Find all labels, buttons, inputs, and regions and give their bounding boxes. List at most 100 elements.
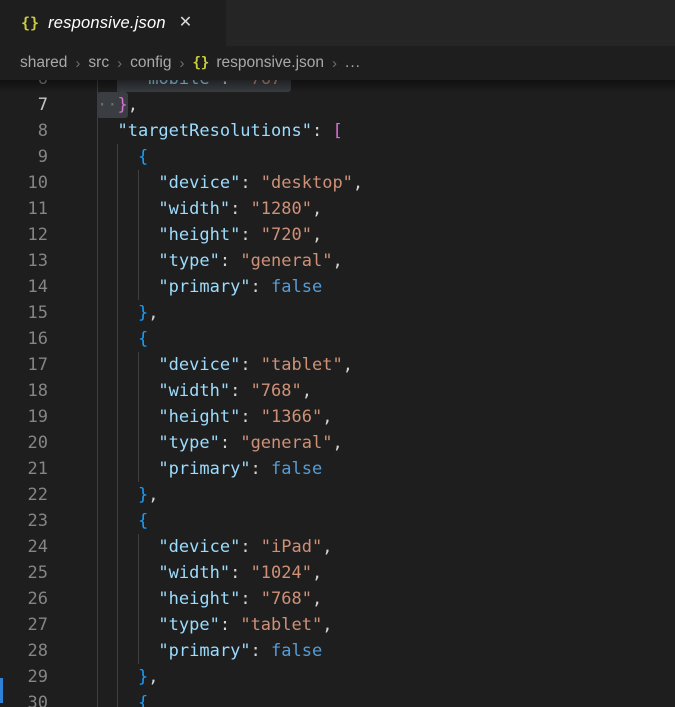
code-text: }, (97, 667, 158, 687)
line-number[interactable]: 23 (0, 508, 48, 534)
breadcrumb-symbol-ellipsis[interactable]: ... (345, 54, 361, 72)
line-number[interactable]: 17 (0, 352, 48, 378)
line-number[interactable]: 22 (0, 482, 48, 508)
line-number[interactable]: 29 (0, 664, 48, 690)
line-content: "primary": false (97, 456, 675, 482)
code-text: }, (97, 303, 158, 323)
breadcrumb-item-shared[interactable]: shared (20, 54, 67, 72)
line-content: { (97, 144, 675, 170)
code-line[interactable]: 26 "height": "768", (0, 586, 675, 612)
line-content: "width": "1280", (97, 196, 675, 222)
code-text: }, (97, 485, 158, 505)
code-lines: 6 ··"mobile": "767"7··},8 "targetResolut… (0, 80, 675, 707)
line-content: "device": "iPad", (97, 534, 675, 560)
code-text: "device": "tablet", (97, 355, 353, 375)
code-line[interactable]: 14 "primary": false (0, 274, 675, 300)
json-file-icon: {} (192, 55, 209, 71)
line-number[interactable]: 18 (0, 378, 48, 404)
line-content: { (97, 508, 675, 534)
json-file-icon: {} (21, 14, 39, 32)
line-number[interactable]: 11 (0, 196, 48, 222)
line-number[interactable]: 7 (0, 92, 48, 118)
code-text: { (97, 329, 148, 349)
code-text: "height": "768", (97, 589, 322, 609)
code-line[interactable]: 27 "type": "tablet", (0, 612, 675, 638)
code-line[interactable]: 23 { (0, 508, 675, 534)
line-content: "device": "desktop", (97, 170, 675, 196)
line-number[interactable]: 14 (0, 274, 48, 300)
vscode-window: {} responsive.json ✕ shared › src › conf… (0, 0, 675, 707)
line-number[interactable]: 27 (0, 612, 48, 638)
tab-responsive-json[interactable]: {} responsive.json ✕ (0, 0, 226, 46)
code-text: "device": "iPad", (97, 537, 332, 557)
code-text: "primary": false (97, 459, 322, 479)
line-content: "type": "tablet", (97, 612, 675, 638)
code-line[interactable]: 12 "height": "720", (0, 222, 675, 248)
chevron-right-icon: › (117, 55, 122, 72)
code-line[interactable]: 13 "type": "general", (0, 248, 675, 274)
code-editor[interactable]: 6 ··"mobile": "767"7··},8 "targetResolut… (0, 80, 675, 707)
line-content: ··"mobile": "767" (97, 80, 675, 92)
code-line[interactable]: 7 ··}, (0, 92, 675, 118)
code-line[interactable]: 25 "width": "1024", (0, 560, 675, 586)
code-line[interactable]: 15 }, (0, 300, 675, 326)
code-line[interactable]: 24 "device": "iPad", (0, 534, 675, 560)
code-line[interactable]: 22 }, (0, 482, 675, 508)
line-number[interactable]: 20 (0, 430, 48, 456)
line-number[interactable]: 24 (0, 534, 48, 560)
line-number[interactable]: 6 (0, 80, 48, 92)
code-text: "height": "720", (97, 225, 322, 245)
code-line[interactable]: 10 "device": "desktop", (0, 170, 675, 196)
code-text: { (97, 693, 148, 707)
line-number[interactable]: 30 (0, 690, 48, 707)
line-number[interactable]: 16 (0, 326, 48, 352)
code-line[interactable]: 6 ··"mobile": "767" (0, 80, 675, 92)
code-text: ··"mobile": "767" (97, 80, 292, 89)
code-text: "targetResolutions": [ (97, 121, 343, 141)
breadcrumb: shared › src › config › {} responsive.js… (0, 46, 675, 80)
line-number[interactable]: 26 (0, 586, 48, 612)
code-text: "type": "general", (97, 433, 343, 453)
code-line[interactable]: 20 "type": "general", (0, 430, 675, 456)
code-text: "width": "768", (97, 381, 312, 401)
code-line[interactable]: 17 "device": "tablet", (0, 352, 675, 378)
code-text: "width": "1280", (97, 199, 322, 219)
breadcrumb-item-src[interactable]: src (88, 54, 109, 72)
code-line[interactable]: 21 "primary": false (0, 456, 675, 482)
code-line[interactable]: 28 "primary": false (0, 638, 675, 664)
line-number[interactable]: 28 (0, 638, 48, 664)
line-content: "device": "tablet", (97, 352, 675, 378)
left-accent-bar (0, 678, 3, 703)
line-number[interactable]: 9 (0, 144, 48, 170)
breadcrumb-item-config[interactable]: config (130, 54, 171, 72)
code-line[interactable]: 19 "height": "1366", (0, 404, 675, 430)
line-content: "width": "1024", (97, 560, 675, 586)
code-text: ··}, (97, 95, 138, 115)
code-line[interactable]: 18 "width": "768", (0, 378, 675, 404)
line-number[interactable]: 13 (0, 248, 48, 274)
line-number[interactable]: 10 (0, 170, 48, 196)
line-content: "type": "general", (97, 248, 675, 274)
line-number[interactable]: 21 (0, 456, 48, 482)
tab-filename: responsive.json (48, 14, 166, 33)
code-line[interactable]: 30 { (0, 690, 675, 707)
line-number[interactable]: 25 (0, 560, 48, 586)
code-line[interactable]: 8 "targetResolutions": [ (0, 118, 675, 144)
close-icon[interactable]: ✕ (179, 15, 192, 31)
line-content: "primary": false (97, 274, 675, 300)
code-line[interactable]: 29 }, (0, 664, 675, 690)
line-number[interactable]: 8 (0, 118, 48, 144)
line-number[interactable]: 15 (0, 300, 48, 326)
code-line[interactable]: 11 "width": "1280", (0, 196, 675, 222)
line-number[interactable]: 12 (0, 222, 48, 248)
code-line[interactable]: 9 { (0, 144, 675, 170)
line-content: ··}, (97, 92, 675, 118)
code-text: "type": "tablet", (97, 615, 332, 635)
line-number[interactable]: 19 (0, 404, 48, 430)
code-text: { (97, 147, 148, 167)
code-text: "width": "1024", (97, 563, 322, 583)
code-line[interactable]: 16 { (0, 326, 675, 352)
code-text: "primary": false (97, 277, 322, 297)
code-text: { (97, 511, 148, 531)
breadcrumb-item-file[interactable]: responsive.json (216, 54, 324, 72)
